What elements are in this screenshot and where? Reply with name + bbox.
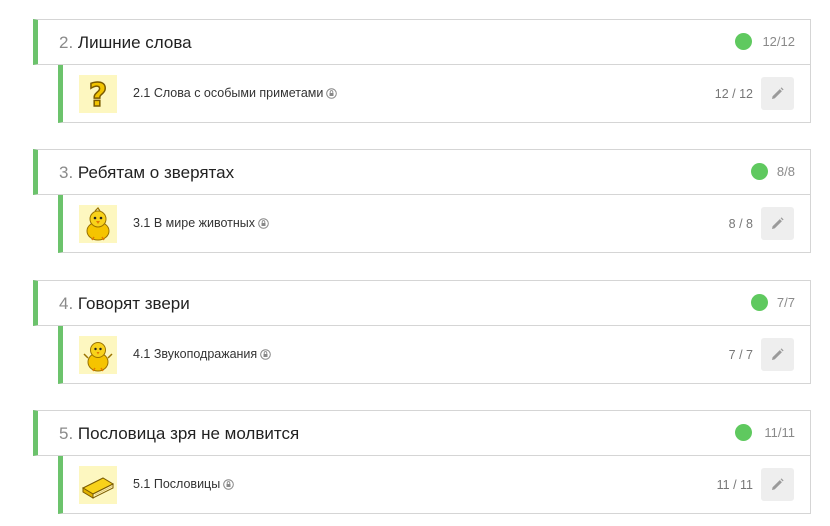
chick-icon bbox=[79, 205, 117, 243]
lesson-title-text: 3.1 В мире животных bbox=[133, 216, 255, 230]
lesson-item[interactable]: 5.1 Пословицы 11 / 11 bbox=[58, 456, 811, 514]
module-header[interactable]: 4. Говорят звери 7/7 bbox=[33, 280, 811, 326]
module-header[interactable]: 3. Ребятам о зверятах 8/8 bbox=[33, 149, 811, 195]
book-icon bbox=[79, 466, 117, 504]
module-5: 5. Пословица зря не молвится 11/11 5.1 П… bbox=[33, 410, 811, 514]
module-number: 4. bbox=[59, 294, 74, 313]
lesson-progress-count: 11 / 11 bbox=[716, 478, 753, 492]
status-complete-icon bbox=[751, 163, 768, 180]
status-complete-icon bbox=[735, 424, 752, 441]
module-number: 3. bbox=[59, 163, 74, 182]
module-progress-count: 12/12 bbox=[762, 34, 795, 49]
edit-button[interactable] bbox=[761, 77, 794, 110]
lesson-progress-count: 7 / 7 bbox=[728, 348, 753, 362]
module-title: 3. Ребятам о зверятах bbox=[59, 163, 234, 183]
svg-text:?: ? bbox=[89, 76, 108, 113]
module-title-text: Пословица зря не молвится bbox=[77, 424, 300, 443]
lesson-title-text: 5.1 Пословицы bbox=[133, 477, 221, 491]
lesson-item[interactable]: 4.1 Звукоподражания 7 / 7 bbox=[58, 326, 811, 384]
pencil-icon bbox=[772, 87, 784, 99]
module-progress-count: 8/8 bbox=[776, 164, 795, 179]
chick-icon bbox=[79, 336, 117, 374]
status-complete-icon bbox=[735, 33, 752, 50]
lesson-progress-count: 8 / 8 bbox=[728, 217, 753, 231]
module-header[interactable]: 2. Лишние слова 12/12 bbox=[33, 19, 811, 65]
pencil-icon bbox=[772, 348, 784, 360]
module-title: 2. Лишние слова bbox=[59, 33, 192, 53]
question-mark-icon: ? bbox=[79, 75, 117, 113]
lock-icon bbox=[260, 348, 272, 364]
module-header[interactable]: 5. Пословица зря не молвится 11/11 bbox=[33, 410, 811, 456]
module-2: 2. Лишние слова 12/12 ? 2.1 Слова с особ… bbox=[33, 19, 811, 123]
status-complete-icon bbox=[751, 294, 768, 311]
lock-icon bbox=[326, 87, 338, 103]
lesson-title[interactable]: 5.1 Пословицы bbox=[133, 476, 235, 494]
lesson-item[interactable]: ? 2.1 Слова с особыми приметами 12 / 12 bbox=[58, 65, 811, 123]
module-number: 5. bbox=[59, 424, 74, 443]
module-title-text: Лишние слова bbox=[77, 33, 192, 52]
pencil-icon bbox=[772, 217, 784, 229]
lesson-item[interactable]: 3.1 В мире животных 8 / 8 bbox=[58, 195, 811, 253]
lesson-title[interactable]: 4.1 Звукоподражания bbox=[133, 346, 272, 364]
pencil-icon bbox=[772, 478, 784, 490]
module-progress-count: 11/11 bbox=[764, 425, 795, 440]
module-progress-count: 7/7 bbox=[776, 295, 795, 310]
lesson-title[interactable]: 2.1 Слова с особыми приметами bbox=[133, 85, 338, 103]
lock-icon bbox=[258, 217, 269, 233]
edit-button[interactable] bbox=[761, 468, 794, 501]
module-number: 2. bbox=[59, 33, 74, 52]
lock-icon bbox=[223, 478, 235, 494]
lesson-progress-count: 12 / 12 bbox=[714, 87, 753, 101]
module-title-text: Ребятам о зверятах bbox=[77, 163, 235, 182]
lesson-title-text: 2.1 Слова с особыми приметами bbox=[133, 86, 324, 100]
module-title-text: Говорят звери bbox=[77, 294, 190, 313]
module-title: 5. Пословица зря не молвится bbox=[59, 424, 299, 444]
course-content: 2. Лишние слова 12/12 ? 2.1 Слова с особ… bbox=[0, 0, 830, 526]
lesson-title-text: 4.1 Звукоподражания bbox=[133, 347, 258, 361]
module-3: 3. Ребятам о зверятах 8/8 3.1 В мире жив… bbox=[33, 149, 811, 253]
module-title: 4. Говорят звери bbox=[59, 294, 190, 314]
lesson-title[interactable]: 3.1 В мире животных bbox=[133, 215, 269, 233]
edit-button[interactable] bbox=[761, 338, 794, 371]
module-4: 4. Говорят звери 7/7 4.1 Звукоподражания… bbox=[33, 280, 811, 384]
edit-button[interactable] bbox=[761, 207, 794, 240]
